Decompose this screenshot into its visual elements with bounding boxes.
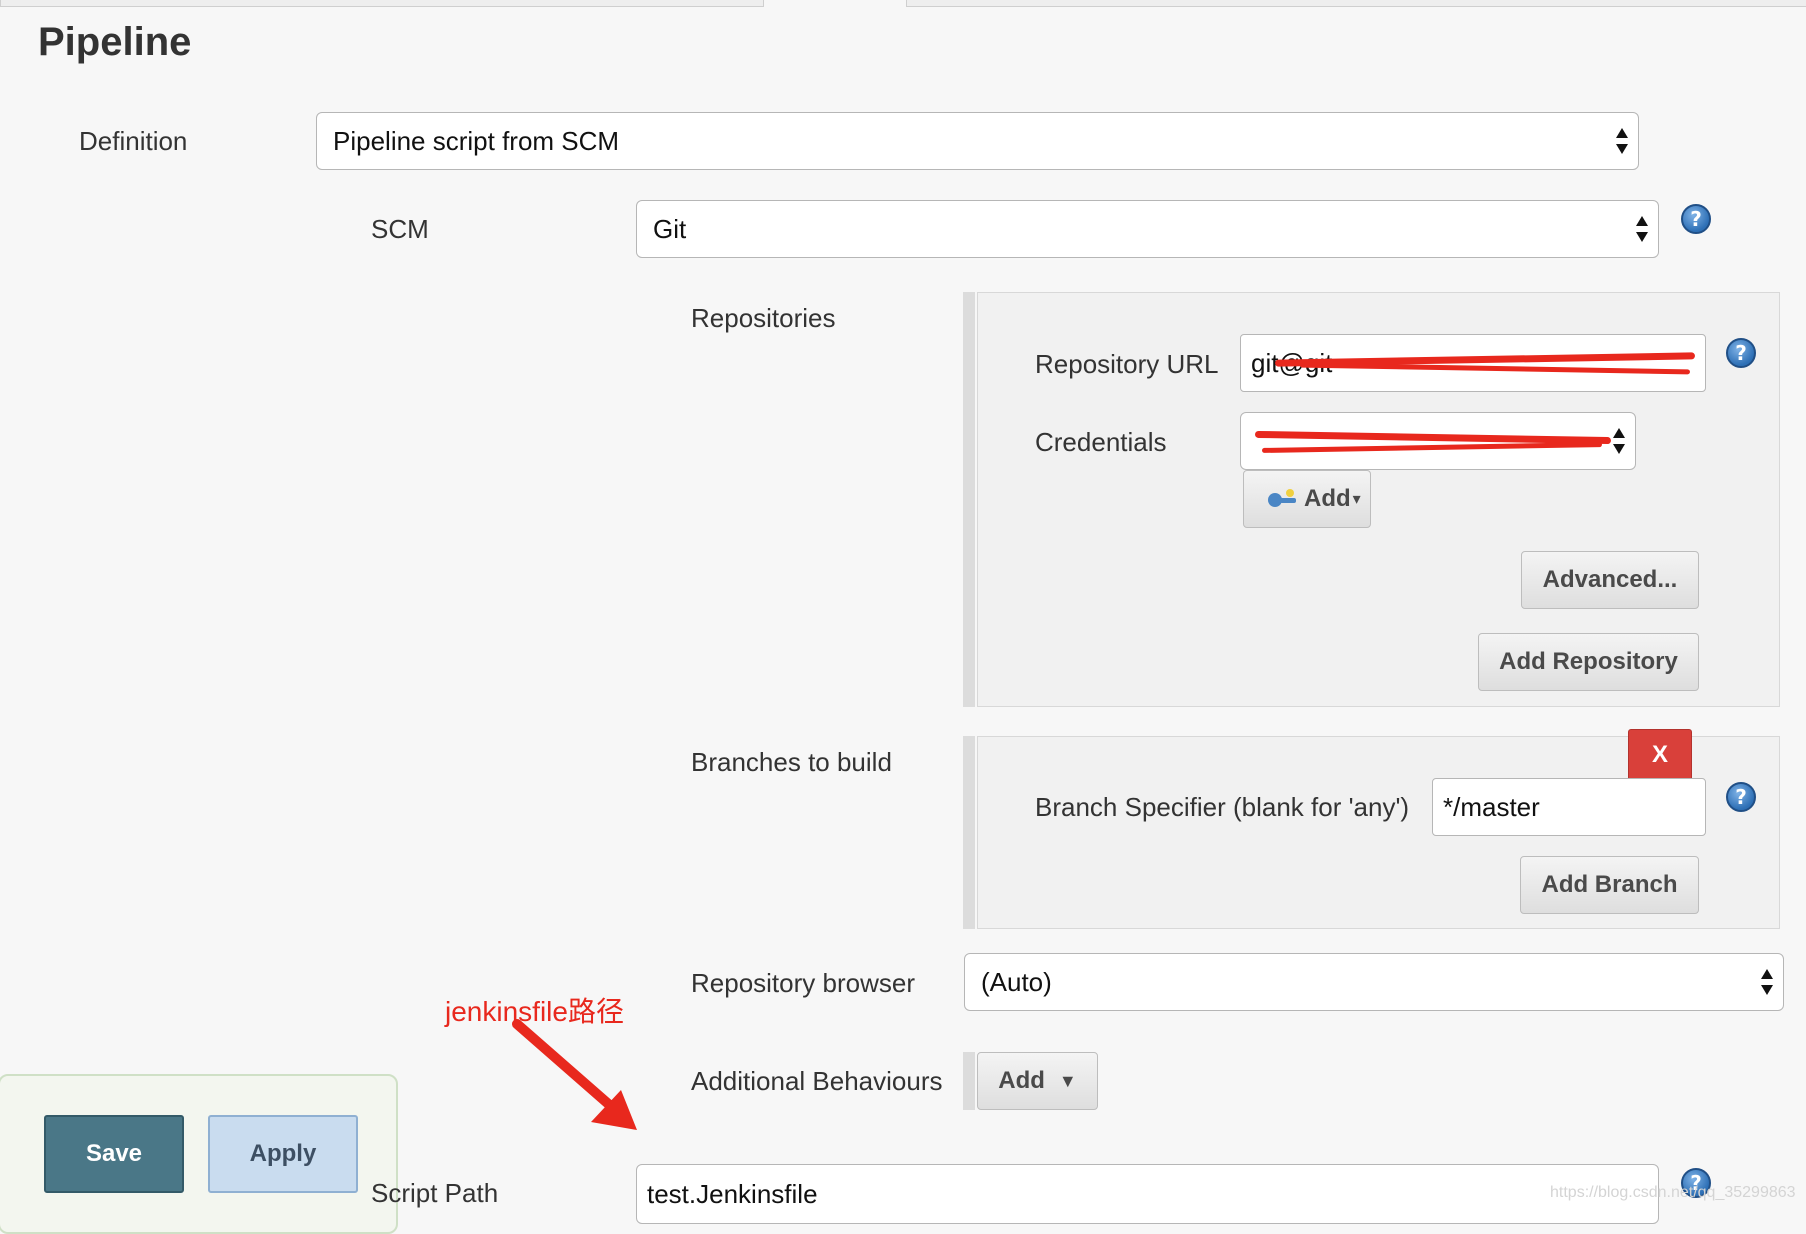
branch-specifier-help-icon[interactable]: ? <box>1726 782 1756 812</box>
add-branch-button[interactable]: Add Branch <box>1520 856 1699 914</box>
branches-panel-bar <box>963 736 975 929</box>
tab-strip-left <box>0 0 764 7</box>
branches-label: Branches to build <box>691 747 892 777</box>
repositories-panel-bar <box>963 292 975 707</box>
definition-select[interactable]: Pipeline script from SCM <box>316 112 1639 170</box>
scm-label: SCM <box>371 214 429 244</box>
script-path-label: Script Path <box>371 1178 499 1208</box>
annotation-arrow-icon <box>512 1019 637 1130</box>
script-path-value: test.Jenkinsfile <box>647 1178 818 1209</box>
branch-specifier-value: */master <box>1443 791 1540 822</box>
select-arrows-icon <box>1636 216 1648 242</box>
select-arrows-icon <box>1616 128 1628 154</box>
watermark: https://blog.csdn.net/qq_35299863 <box>1550 1184 1796 1201</box>
chevron-down-icon: ▼ <box>1058 1070 1077 1091</box>
section-title: Pipeline <box>38 20 192 64</box>
add-repository-button[interactable]: Add Repository <box>1478 633 1699 691</box>
delete-branch-button[interactable]: X <box>1628 729 1692 781</box>
branch-specifier-input[interactable]: */master <box>1432 778 1706 836</box>
select-arrows-icon <box>1613 428 1625 454</box>
repository-browser-label: Repository browser <box>691 968 915 998</box>
save-button[interactable]: Save <box>44 1115 184 1193</box>
tab-strip-right <box>906 0 1806 7</box>
repository-browser-value: (Auto) <box>981 966 1052 997</box>
chevron-down-icon: ▾ <box>1352 491 1361 508</box>
additional-behaviours-label: Additional Behaviours <box>691 1066 943 1096</box>
additional-behaviours-add-button[interactable]: Add ▼ <box>977 1052 1098 1110</box>
behaviours-panel-bar <box>963 1052 975 1110</box>
credentials-add-label: Add <box>1304 485 1351 512</box>
scm-select[interactable]: Git <box>636 200 1659 258</box>
credentials-label: Credentials <box>1035 427 1167 457</box>
definition-select-value: Pipeline script from SCM <box>333 125 620 156</box>
credentials-add-button[interactable]: Add ▾ <box>1243 470 1371 528</box>
repository-url-label: Repository URL <box>1035 349 1219 379</box>
apply-button[interactable]: Apply <box>208 1115 358 1193</box>
definition-label: Definition <box>79 126 188 156</box>
select-arrows-icon <box>1761 969 1773 995</box>
scm-help-icon[interactable]: ? <box>1681 204 1711 234</box>
script-path-input[interactable]: test.Jenkinsfile <box>636 1164 1659 1224</box>
scm-select-value: Git <box>653 213 687 244</box>
repository-browser-select[interactable]: (Auto) <box>964 953 1784 1011</box>
key-icon <box>1268 489 1296 507</box>
advanced-button[interactable]: Advanced... <box>1521 551 1699 609</box>
branch-specifier-label: Branch Specifier (blank for 'any') <box>1035 792 1410 822</box>
repository-url-help-icon[interactable]: ? <box>1726 338 1756 368</box>
repositories-label: Repositories <box>691 303 836 333</box>
additional-behaviours-add-label: Add <box>998 1067 1045 1094</box>
